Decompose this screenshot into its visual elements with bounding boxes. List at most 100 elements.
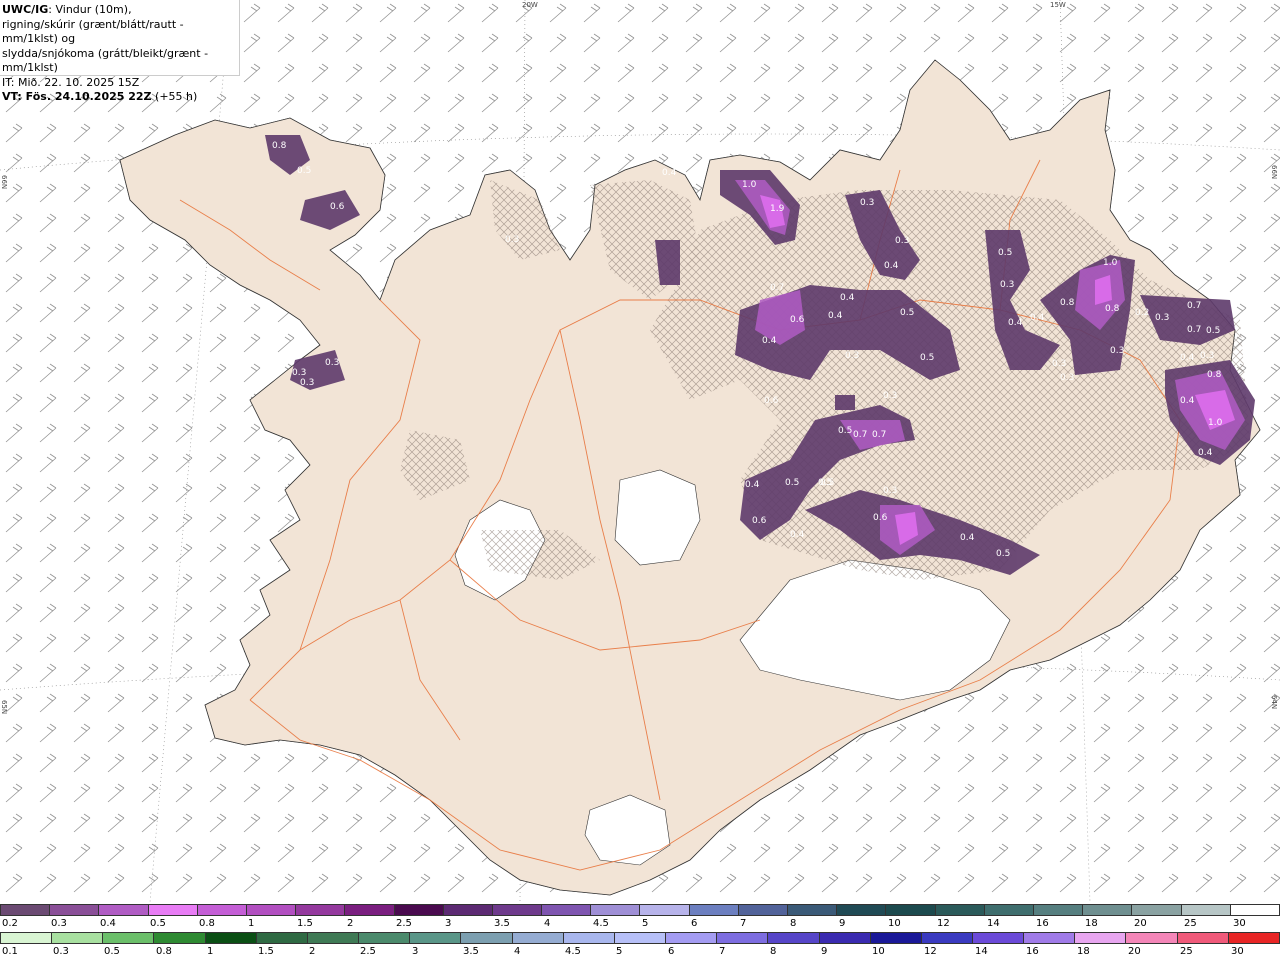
snow-scale-label: 16 <box>1036 918 1049 929</box>
rain-scale-swatch <box>665 932 717 944</box>
rain-scale-swatch <box>460 932 512 944</box>
snow-scale-swatch <box>491 904 542 916</box>
rain-scale-label: 1.5 <box>258 946 274 957</box>
precip-value-label: 0.4 <box>1198 448 1213 458</box>
snow-scale-label: 4.5 <box>593 918 609 929</box>
precip-value-label: 0.7 <box>1187 301 1201 311</box>
rain-scale-swatch <box>102 932 154 944</box>
rain-scale-swatch <box>818 932 870 944</box>
snow-scale-label: 1.5 <box>297 918 313 929</box>
lat-66n-right-label: 66N <box>1270 165 1278 179</box>
precip-value-label: 0.4 <box>840 293 855 303</box>
precip-value-label: 0.6 <box>330 202 345 212</box>
lat-64n-right-label: 64N <box>1270 695 1278 709</box>
rain-scale-swatch <box>1125 932 1177 944</box>
precip-value-label: 0.7 <box>770 283 784 293</box>
precip-value-label: 0.3 <box>1155 313 1169 323</box>
map-header: UWC/IG: Vindur (10m), rigning/skúrir (gr… <box>0 0 240 103</box>
precip-value-label: 0.3 <box>1052 359 1066 369</box>
rain-scale-swatch <box>613 932 666 944</box>
precip-value-label: 1.0 <box>742 180 757 190</box>
snow-scale-label: 2 <box>347 918 354 929</box>
precip-value-label: 0.3 <box>860 198 874 208</box>
snow-scale-label: 0.3 <box>51 918 67 929</box>
rain-scale-labels: 0.1 0.3 0.5 0.8 1 1.5 2 2.5 3 3.5 4 4.5 5 6 7 8 9 10 12 14 1… <box>0 946 1280 958</box>
snow-scale-label: 10 <box>888 918 901 929</box>
rain-scale-swatch <box>511 932 563 944</box>
snow-scale-swatch <box>196 904 246 916</box>
rain-scale-label: 0.3 <box>53 946 69 957</box>
precip-value-label: 0.3 <box>1200 351 1214 361</box>
rain-scale-label: 30 <box>1231 946 1244 957</box>
snow-scale-label: 0.5 <box>150 918 166 929</box>
header-line-1-rest: : Vindur (10m), <box>48 3 132 16</box>
snow-scale-swatch <box>49 904 99 916</box>
precip-value-label: 0.3 <box>883 486 897 496</box>
precip-value-label: 0.3 <box>883 391 897 401</box>
snow-scale-swatch <box>983 904 1033 916</box>
snow-scale-label: 2.5 <box>396 918 412 929</box>
rain-scale-swatch <box>409 932 461 944</box>
precip-value-label: 0.2 <box>1135 308 1149 318</box>
rain-scale-swatch <box>1227 932 1280 944</box>
precip-value-label: 0.7 <box>1187 325 1201 335</box>
precip-value-label: 0.5 <box>820 478 834 488</box>
precip-value-label: 0.5 <box>920 353 934 363</box>
rain-scale-label: 1 <box>207 946 214 957</box>
rain-scale-label: 5 <box>616 946 623 957</box>
snow-scale-label: 1 <box>248 918 255 929</box>
precip-value-label: 0.5 <box>838 426 852 436</box>
snow-scale-swatch <box>1032 904 1083 916</box>
precip-value-label: 0.5 <box>900 308 914 318</box>
snow-scale-swatch <box>442 904 492 916</box>
precip-value-label: 0.7 <box>853 430 867 440</box>
snow-scale-swatch <box>1229 904 1280 916</box>
rain-scale-label: 16 <box>1026 946 1039 957</box>
rain-color-scale <box>0 932 1280 946</box>
precip-value-label: 0.3 <box>325 358 339 368</box>
rain-scale-swatch <box>920 932 972 944</box>
precip-value-label: 1.9 <box>770 204 785 214</box>
rain-scale-swatch <box>306 932 359 944</box>
model-title: UWC/IG <box>2 3 49 16</box>
rain-scale-label: 3 <box>412 946 419 957</box>
rain-scale-swatch <box>204 932 256 944</box>
rain-scale-swatch <box>358 932 410 944</box>
precip-value-label: 0.4 <box>662 168 677 178</box>
header-valid-time-row: VT: Fös. 24.10.2025 22Z (+55 h) <box>2 90 239 105</box>
snow-scale-swatch <box>1082 904 1132 916</box>
precip-value-label: 0.6 <box>752 516 767 526</box>
rain-scale-label: 6 <box>668 946 675 957</box>
snow-scale-swatch <box>541 904 591 916</box>
snow-scale-label: 0.2 <box>2 918 18 929</box>
rain-scale-label: 0.1 <box>2 946 18 957</box>
precip-value-label: 0.6 <box>790 315 805 325</box>
snow-scale-label: 25 <box>1184 918 1197 929</box>
snow-scale-label: 0.4 <box>100 918 116 929</box>
rain-scale-swatch <box>869 932 921 944</box>
precip-value-label: 0.6 <box>873 513 888 523</box>
snow-scale-swatch <box>147 904 197 916</box>
snow-scale-label: 9 <box>839 918 846 929</box>
precip-value-label: 0.3 <box>895 236 909 246</box>
rain-scale-label: 4 <box>514 946 521 957</box>
header-valid-time: VT: Fös. 24.10.2025 22Z <box>2 90 152 103</box>
precip-value-label: 1.0 <box>1208 418 1223 428</box>
rain-scale-label: 2 <box>309 946 316 957</box>
precip-value-label: 0.4 <box>745 480 760 490</box>
precip-value-label: 0.8 <box>1060 298 1075 308</box>
precip-value-label: 0.4 <box>1008 318 1023 328</box>
rain-scale-swatch <box>767 932 819 944</box>
snow-scale-label: 3 <box>445 918 452 929</box>
snow-scale-label: 7 <box>740 918 747 929</box>
rain-scale-label: 18 <box>1077 946 1090 957</box>
precip-value-label: 0.5 <box>998 248 1012 258</box>
precip-value-label: 0.4 <box>790 530 805 540</box>
precip-value-label: 0.4 <box>828 311 843 321</box>
precip-value-label: 0.3 <box>292 368 306 378</box>
rain-scale-swatch <box>0 932 52 944</box>
snow-scale-label: 3.5 <box>494 918 510 929</box>
snow-scale-swatch <box>787 904 837 916</box>
snow-scale-label: 0.8 <box>199 918 215 929</box>
precip-value-label: 0.3 <box>845 351 859 361</box>
